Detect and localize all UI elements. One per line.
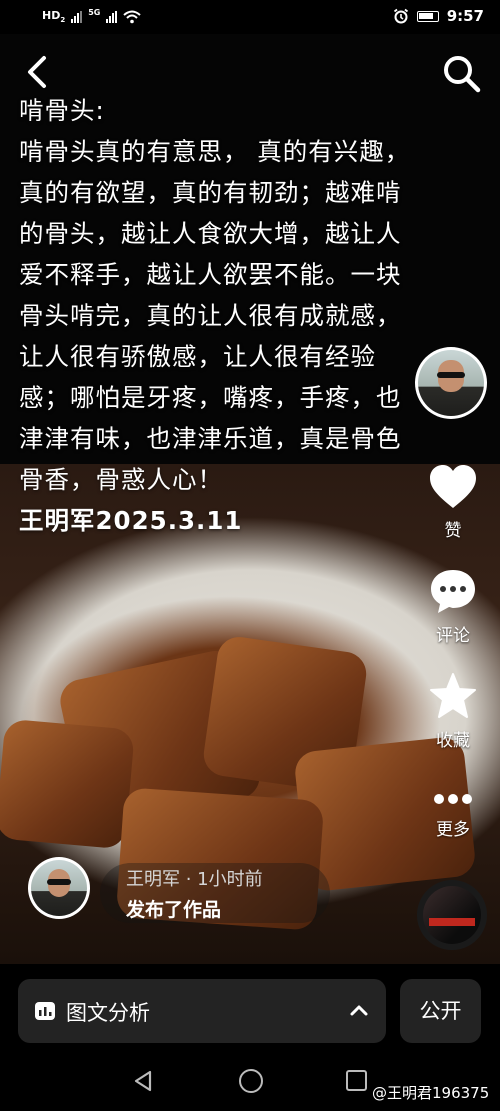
nav-home-icon[interactable] xyxy=(239,1069,263,1093)
wifi-icon xyxy=(123,10,142,23)
chart-icon xyxy=(35,1002,55,1020)
signal-indicators: HD2 5G xyxy=(42,8,142,25)
post-viewer[interactable]: 啃骨头: 啃骨头真的有意思， 真的有兴趣，真的有欲望，真的有韧劲；越难啃的骨头，… xyxy=(0,34,500,964)
post-signature: 王明军2025.3.11 xyxy=(19,506,243,535)
music-disc[interactable] xyxy=(417,880,487,950)
star-icon xyxy=(430,673,476,718)
nav-recent-icon[interactable] xyxy=(346,1070,367,1091)
post-title: 啃骨头: xyxy=(19,96,105,125)
status-right: 9:57 xyxy=(393,7,484,25)
nav-back-icon[interactable] xyxy=(133,1070,153,1092)
bottom-bar: 图文分析 公开 @王明君196375 xyxy=(0,964,500,1111)
comment-label: 评论 xyxy=(436,626,470,646)
notice-avatar[interactable] xyxy=(28,857,90,919)
analysis-button[interactable]: 图文分析 xyxy=(18,979,386,1043)
status-bar: HD2 5G 9:57 xyxy=(0,0,500,34)
network-type-label: 5G xyxy=(88,8,101,18)
notice-meta: 王明军 · 1小时前 xyxy=(126,869,263,890)
signal-icon-2 xyxy=(106,10,118,23)
hd-label: HD2 xyxy=(42,9,66,25)
more-button[interactable]: 更多 xyxy=(425,789,481,840)
more-dots-icon xyxy=(434,794,472,804)
comment-button[interactable]: 评论 xyxy=(425,567,481,646)
back-button[interactable] xyxy=(24,52,54,92)
favorite-button[interactable]: 收藏 xyxy=(425,672,481,751)
post-text: 啃骨头: 啃骨头真的有意思， 真的有兴趣，真的有欲望，真的有韧劲；越难啃的骨头，… xyxy=(19,90,419,541)
public-button[interactable]: 公开 xyxy=(400,979,481,1043)
post-body: 啃骨头真的有意思， 真的有兴趣，真的有欲望，真的有韧劲；越难啃的骨头，越让人食欲… xyxy=(19,137,411,494)
like-label: 赞 xyxy=(444,521,462,541)
battery-icon xyxy=(416,10,439,22)
search-button[interactable] xyxy=(440,52,482,94)
favorite-label: 收藏 xyxy=(436,731,470,751)
signal-icon xyxy=(71,10,83,23)
comment-icon xyxy=(431,570,475,613)
more-label: 更多 xyxy=(436,820,470,840)
analysis-label: 图文分析 xyxy=(66,1001,150,1025)
author-avatar[interactable] xyxy=(415,347,487,419)
status-time: 9:57 xyxy=(446,7,484,25)
like-button[interactable]: 赞 xyxy=(425,464,481,541)
chevron-up-icon xyxy=(350,1005,368,1016)
watermark: @王明君196375 xyxy=(372,1084,490,1102)
alarm-icon xyxy=(393,8,408,24)
publish-notice[interactable]: 王明军 · 1小时前 发布了作品 xyxy=(28,857,330,939)
heart-icon xyxy=(430,465,476,508)
notice-title: 发布了作品 xyxy=(126,899,222,921)
